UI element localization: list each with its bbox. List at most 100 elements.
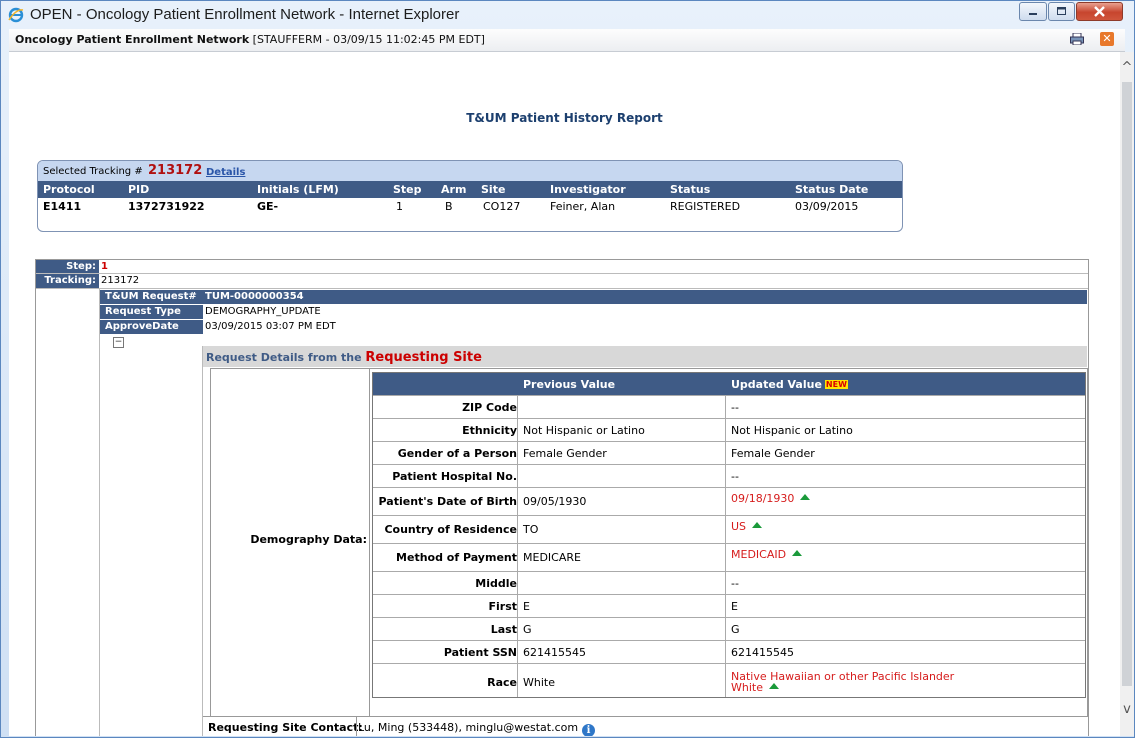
updated-value: Female Gender	[731, 447, 815, 460]
tracking-number: 213172	[148, 163, 203, 178]
updated-value-text: Female Gender	[731, 447, 815, 460]
updated-value-line: Native Hawaiian or other Pacific Islande…	[731, 670, 955, 683]
demography-section: Demography Data: Previous Value Updated …	[210, 368, 1088, 717]
request-header: T&UM Request# TUM-0000000354	[100, 290, 1087, 304]
collapse-toggle-icon[interactable]: −	[113, 337, 124, 348]
updated-value: G	[731, 623, 740, 636]
field-label: Gender of a Person	[397, 447, 517, 460]
selected-tracking-label: Selected Tracking #	[43, 166, 143, 177]
status-date-value: 03/09/2015	[795, 200, 859, 213]
session-info: Oncology Patient Enrollment Network [STA…	[15, 33, 485, 46]
protocol-value: E1411	[43, 200, 82, 213]
table-row: First E E	[373, 594, 1085, 618]
changed-arrow-icon	[792, 550, 803, 556]
print-icon[interactable]	[1070, 33, 1084, 45]
updated-value-text: MEDICAID	[731, 548, 787, 561]
request-details-header: Request Details from the Requesting Site	[203, 346, 1087, 367]
minimize-icon	[1029, 13, 1037, 15]
title-bar[interactable]: OPEN - Oncology Patient Enrollment Netwo…	[1, 1, 1134, 29]
field-label: First	[488, 600, 517, 613]
updated-value-line: White	[731, 682, 954, 693]
tracking-label-cell: Tracking:	[36, 274, 99, 288]
step-number: 1	[101, 261, 108, 272]
updated-value: US	[731, 520, 763, 533]
popup-info-bar: Oncology Patient Enrollment Network [STA…	[9, 29, 1125, 52]
column-divider	[369, 369, 370, 716]
field-label: Last	[490, 623, 517, 636]
tracking-columns-header: Protocol PID Initials (LFM) Step Arm Sit…	[38, 181, 902, 198]
approve-date-label-cell: ApproveDate	[100, 320, 203, 334]
updated-value-text: Not Hispanic or Latino	[731, 424, 853, 437]
request-details-prefix: Request Details from the	[206, 351, 362, 364]
previous-value: Female Gender	[523, 447, 607, 460]
browser-window: OPEN - Oncology Patient Enrollment Netwo…	[0, 0, 1135, 738]
details-link[interactable]: Details	[206, 167, 245, 178]
column-divider	[202, 346, 203, 736]
session-user-time: [STAUFFERM - 03/09/15 11:02:45 PM EDT]	[252, 33, 485, 46]
site-value: CO127	[483, 200, 521, 213]
report-content: T&UM Patient History Report Selected Tra…	[9, 52, 1120, 736]
close-popup-icon[interactable]: ✕	[1100, 32, 1114, 46]
pid-value: 1372731922	[128, 200, 205, 213]
status-value: REGISTERED	[670, 200, 741, 213]
field-label: Race	[487, 676, 517, 689]
close-window-button[interactable]	[1076, 2, 1123, 21]
changed-arrow-icon	[769, 683, 779, 689]
col-site: Site	[481, 183, 506, 196]
updated-value-text: --	[731, 470, 739, 483]
contact-value: Lu, Ming (533448), minglu@westat.com i	[358, 721, 596, 736]
selected-tracking-panel: Selected Tracking # 213172 Details Proto…	[37, 160, 903, 232]
updated-value-label: Updated Value	[731, 378, 822, 391]
updated-value: 09/18/1930	[731, 492, 811, 505]
minimize-button[interactable]	[1019, 2, 1047, 21]
tracking-value: 213172	[101, 275, 140, 286]
vertical-scrollbar[interactable]: ^ v	[1120, 52, 1134, 736]
table-row: Patient Hospital No. --	[373, 464, 1085, 488]
selected-tracking-header: Selected Tracking # 213172 Details	[38, 161, 902, 181]
previous-value: E	[523, 600, 530, 613]
field-label: Method of Payment	[396, 551, 517, 564]
table-row: Race White Native Hawaiian or other Pacifi…	[373, 663, 1085, 701]
page-title: T&UM Patient History Report	[466, 111, 663, 125]
updated-value: E	[731, 600, 738, 613]
updated-value: Not Hispanic or Latino	[731, 424, 853, 437]
previous-value: White	[523, 676, 555, 689]
initials-value: GE-	[257, 200, 279, 213]
row-divider	[36, 288, 1088, 289]
field-label: Ethnicity	[462, 424, 517, 437]
window-title: OPEN - Oncology Patient Enrollment Netwo…	[30, 6, 460, 23]
request-id-value: TUM-0000000354	[205, 291, 304, 302]
requesting-site-contact-row: Requesting Site Contact: Lu, Ming (53344…	[203, 716, 1087, 736]
updated-value-text: --	[731, 401, 739, 414]
updated-value-text: --	[731, 577, 739, 590]
column-divider	[99, 288, 100, 736]
maximize-button[interactable]	[1048, 2, 1075, 21]
column-divider	[356, 717, 357, 736]
request-type-value: DEMOGRAPHY_UPDATE	[205, 306, 321, 317]
scrollbar-thumb[interactable]	[1122, 82, 1132, 686]
table-row: Ethnicity Not Hispanic or Latino Not Hispa…	[373, 418, 1085, 442]
info-icon[interactable]: i	[582, 724, 596, 736]
scroll-down-icon[interactable]: v	[1121, 703, 1133, 716]
step-label-cell: Step:	[36, 260, 99, 274]
demography-label: Demography Data:	[250, 533, 367, 546]
request-details-title: Request Details from the Requesting Site	[206, 350, 482, 365]
field-label: ZIP Code	[462, 401, 517, 414]
updated-value-text: US	[731, 520, 747, 533]
col-arm: Arm	[441, 183, 467, 196]
table-row: Patient's Date of Birth 09/05/1930 09/18/1…	[373, 487, 1085, 516]
updated-value: 621415545	[731, 646, 794, 659]
col-status-date: Status Date	[795, 183, 869, 196]
changed-arrow-icon	[752, 522, 763, 528]
col-initials: Initials (LFM)	[257, 183, 339, 196]
updated-value-text: 09/18/1930	[731, 492, 795, 505]
step-value: 1	[396, 200, 403, 213]
updated-value-text: E	[731, 600, 738, 613]
updated-value-text: 621415545	[731, 646, 794, 659]
updated-value: Native Hawaiian or other Pacific Islande…	[731, 671, 954, 693]
changed-arrow-icon	[800, 494, 811, 500]
approve-date-label: ApproveDate	[105, 321, 179, 332]
step-history-table: Step: 1 Tracking: 213172 T&UM Request# T…	[35, 259, 1089, 736]
tracking-label: Tracking:	[44, 275, 96, 286]
scroll-up-icon[interactable]: ^	[1121, 61, 1133, 74]
